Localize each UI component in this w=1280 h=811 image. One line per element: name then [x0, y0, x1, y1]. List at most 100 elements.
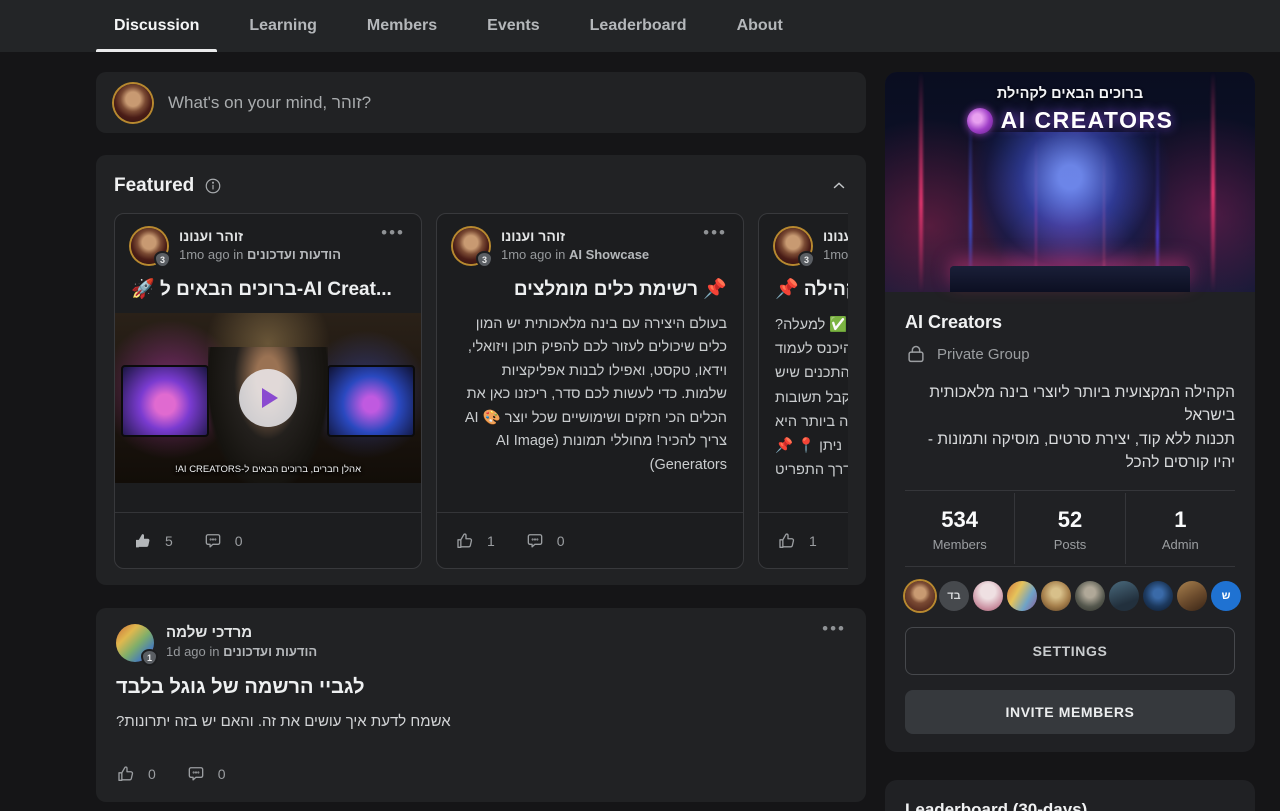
- like-count: 0: [148, 766, 156, 782]
- like-count: 5: [165, 533, 173, 549]
- member-avatar[interactable]: [905, 581, 935, 611]
- post-category-link[interactable]: הודעות ועדכונים: [247, 247, 341, 262]
- member-avatar[interactable]: [1041, 581, 1071, 611]
- post-body: בעולם היצירה עם בינה מלאכותית יש המון כל…: [437, 313, 743, 477]
- featured-section: Featured: [96, 155, 866, 585]
- lock-icon: [905, 343, 927, 365]
- video-caption: אהלן חברים, ברוכים הבאים ל-AI CREATORS!: [115, 464, 421, 475]
- like-button[interactable]: 1: [777, 531, 817, 551]
- community-page: Discussion Learning Members Events Leade…: [0, 0, 1280, 811]
- banner-welcome-text: ברוכים הבאים לקהילת: [885, 86, 1255, 102]
- post-time: 1mo ago in: [179, 247, 243, 262]
- comment-icon: [203, 531, 223, 551]
- featured-post-welcome[interactable]: 3 זוהר וענונו 1mo ago in הודעות ועדכונים…: [114, 213, 422, 569]
- post-title[interactable]: 🚀 ברוכים הבאים ל-AI Creat...: [115, 277, 421, 301]
- chevron-up-icon[interactable]: [830, 177, 848, 195]
- comment-icon: [186, 764, 206, 784]
- play-button[interactable]: [239, 369, 297, 427]
- member-avatar-initials[interactable]: ש: [1211, 581, 1241, 611]
- featured-post-tools[interactable]: 3 זוהר וענונו 1mo ago in AI Showcase •••…: [436, 213, 744, 569]
- author-name[interactable]: זוהר וענונו: [501, 228, 649, 244]
- info-icon[interactable]: [204, 177, 222, 195]
- composer-prompt: What's on your mind, זוהר?: [168, 93, 371, 113]
- tab-members[interactable]: Members: [349, 0, 455, 52]
- member-avatar[interactable]: [973, 581, 1003, 611]
- comment-button[interactable]: 0: [186, 764, 226, 784]
- member-avatar-row: בד ש: [905, 581, 1235, 611]
- comment-count: 0: [218, 766, 226, 782]
- like-button[interactable]: 0: [116, 764, 156, 784]
- tab-discussion[interactable]: Discussion: [96, 0, 217, 52]
- monitor-left: [121, 365, 209, 437]
- feed-column: What's on your mind, זוהר? Featured: [96, 72, 866, 802]
- stat-posts[interactable]: 52 Posts: [1014, 493, 1124, 564]
- member-avatar[interactable]: [1007, 581, 1037, 611]
- post-time: 1mo ago in: [823, 247, 848, 262]
- tab-leaderboard[interactable]: Leaderboard: [572, 0, 705, 52]
- member-avatar[interactable]: [1109, 581, 1139, 611]
- invite-members-button[interactable]: INVITE MEMBERS: [905, 690, 1235, 734]
- group-privacy: Private Group: [937, 346, 1030, 363]
- thumbs-up-icon: [133, 531, 153, 551]
- like-count: 1: [487, 533, 495, 549]
- leaderboard-card: Leaderboard (30-days): [885, 780, 1255, 811]
- banner-desk: [950, 266, 1190, 292]
- post-category-link[interactable]: הודעות ועדכונים: [223, 644, 317, 659]
- top-nav: Discussion Learning Members Events Leade…: [0, 0, 1280, 52]
- member-avatar[interactable]: [1177, 581, 1207, 611]
- post-time: 1d ago in: [166, 644, 220, 659]
- tab-learning[interactable]: Learning: [231, 0, 335, 52]
- author-name[interactable]: מרדכי שלמה: [166, 624, 317, 641]
- stat-members[interactable]: 534 Members: [905, 493, 1014, 564]
- video-thumbnail[interactable]: אהלן חברים, ברוכים הבאים ל-AI CREATORS!: [115, 313, 421, 483]
- thumbs-up-icon: [455, 531, 475, 551]
- post-title[interactable]: 📌 רשימת כלים מומלצים: [437, 277, 743, 301]
- comment-count: 0: [235, 533, 243, 549]
- group-description: הקהילה המקצועית ביותר ליוצרי בינה מלאכות…: [905, 381, 1235, 474]
- like-count: 1: [809, 533, 817, 549]
- more-options-icon[interactable]: •••: [703, 228, 727, 238]
- comment-button[interactable]: 0: [525, 531, 565, 551]
- group-name: AI Creators: [905, 312, 1235, 333]
- more-options-icon[interactable]: •••: [381, 228, 405, 238]
- level-badge: 3: [798, 251, 815, 268]
- thumbs-up-icon: [777, 531, 797, 551]
- level-badge: 3: [154, 251, 171, 268]
- play-icon: [262, 388, 278, 408]
- stat-admins[interactable]: 1 Admin: [1125, 493, 1235, 564]
- post-composer[interactable]: What's on your mind, זוהר?: [96, 72, 866, 133]
- member-avatar[interactable]: [1143, 581, 1173, 611]
- like-button[interactable]: 5: [133, 531, 173, 551]
- post-category-link[interactable]: AI Showcase: [569, 247, 649, 262]
- tab-events[interactable]: Events: [469, 0, 557, 52]
- settings-button[interactable]: SETTINGS: [905, 627, 1235, 675]
- author-name[interactable]: זוהר וענונו: [179, 228, 341, 244]
- member-avatar-initials[interactable]: בד: [939, 581, 969, 611]
- author-name[interactable]: זוהר וענונו: [823, 228, 848, 244]
- group-banner[interactable]: ברוכים הבאים לקהילת AI CREATORS: [885, 72, 1255, 292]
- tab-about[interactable]: About: [719, 0, 801, 52]
- brain-icon: [967, 108, 993, 134]
- comment-count: 0: [557, 533, 565, 549]
- group-sidebar: ברוכים הבאים לקהילת AI CREATORS AI Creat…: [885, 72, 1255, 811]
- featured-carousel: 3 זוהר וענונו 1mo ago in הודעות ועדכונים…: [114, 213, 848, 569]
- current-user-avatar[interactable]: [114, 84, 152, 122]
- post-body: ✅ למעלה? היכנס לעמוד התכנים שיש קבל תשוב…: [759, 313, 848, 482]
- post-body: אשמח לדעת איך עושים את זה. והאם יש בזה י…: [116, 713, 846, 730]
- like-button[interactable]: 1: [455, 531, 495, 551]
- feed-post[interactable]: 1 מרדכי שלמה 1d ago in הודעות ועדכונים •…: [96, 608, 866, 802]
- comment-button[interactable]: 0: [203, 531, 243, 551]
- member-avatar[interactable]: [1075, 581, 1105, 611]
- banner-figure: [970, 132, 1170, 282]
- comment-icon: [525, 531, 545, 551]
- more-options-icon[interactable]: •••: [822, 624, 846, 634]
- leaderboard-title: Leaderboard (30-days): [905, 800, 1235, 811]
- monitor-right: [327, 365, 415, 437]
- featured-post-community[interactable]: 3 זוהר וענונו 1mo ago in ••• קהילה 📌 ✅ ל…: [758, 213, 848, 569]
- featured-title: Featured: [114, 175, 194, 197]
- post-title[interactable]: קהילה 📌: [759, 277, 848, 301]
- group-stats: 534 Members 52 Posts 1 Admin: [905, 493, 1235, 564]
- post-title[interactable]: לגביי הרשמה של גוגל בלבד: [116, 676, 846, 699]
- level-badge: 3: [476, 251, 493, 268]
- group-card: ברוכים הבאים לקהילת AI CREATORS AI Creat…: [885, 72, 1255, 752]
